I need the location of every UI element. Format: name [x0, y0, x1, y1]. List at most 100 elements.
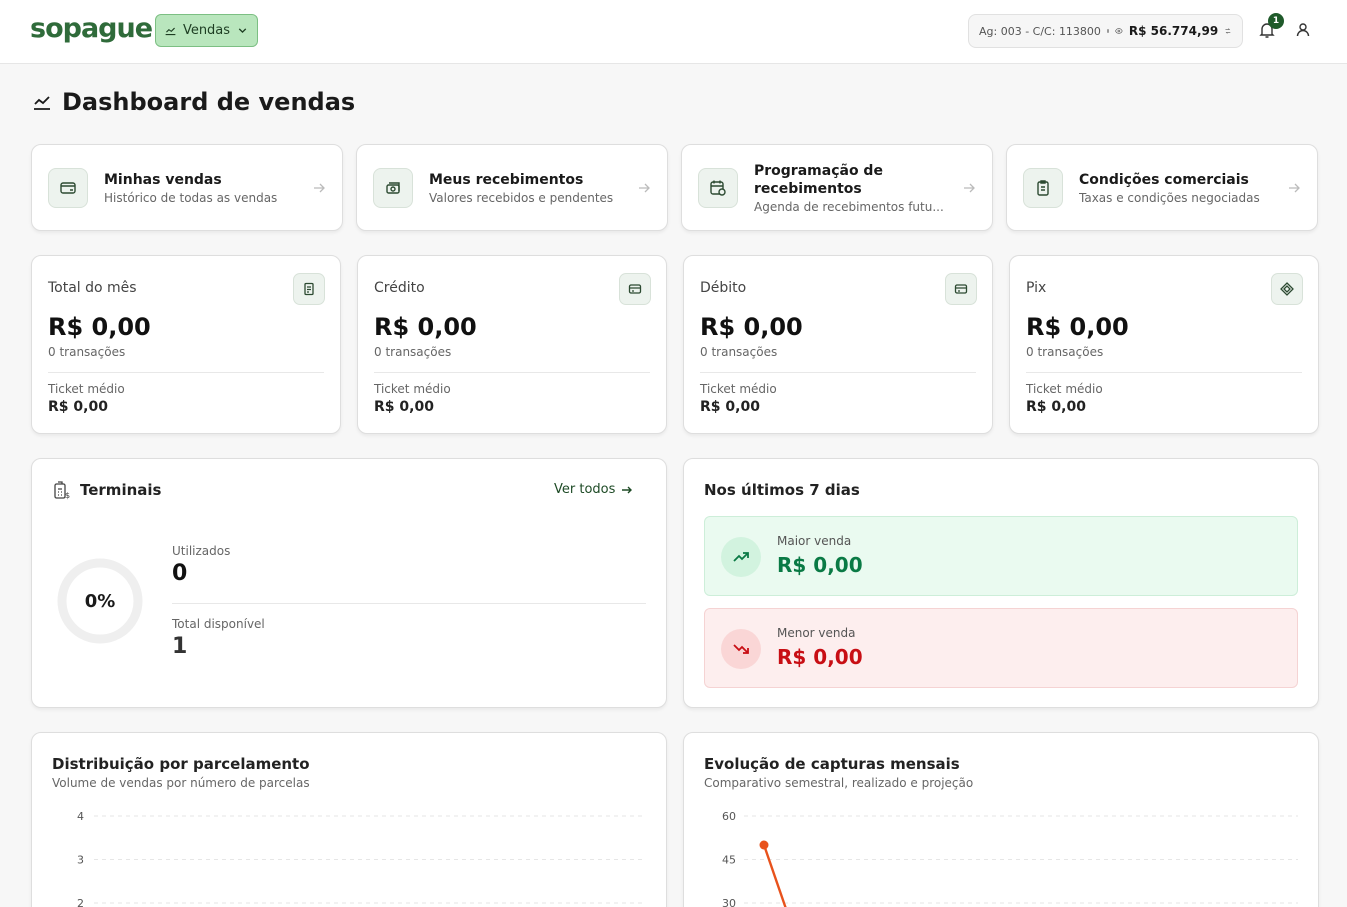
stat-value: R$ 0,00	[374, 313, 477, 341]
stat-label: Débito	[700, 280, 747, 296]
stat-transactions: 0 transações	[700, 345, 778, 359]
calendar-clock-icon	[698, 167, 738, 208]
ticket-label: Ticket médio	[700, 382, 777, 396]
stat-transactions: 0 transações	[48, 345, 126, 359]
account-balance: R$ 56.774,99	[1128, 24, 1219, 38]
stat-card-pix: Pix R$ 0,00 0 transações Ticket médio R$…	[1009, 255, 1319, 434]
nav-card-programacao-recebimentos[interactable]: Programação de recebimentos Agenda de rec…	[681, 144, 993, 231]
vendas-menu-label: Vendas	[182, 23, 231, 38]
divider	[48, 372, 324, 373]
installments-chart-panel: Distribuição por parcelamento Volume de …	[31, 732, 667, 907]
nav-card-condicoes-comerciais[interactable]: Condições comerciais Taxas e condições ne…	[1006, 144, 1318, 231]
account-info: Ag: 003 - C/C: 113800	[979, 24, 1101, 38]
credit-card-icon	[619, 273, 651, 305]
terminals-title: Terminais	[80, 481, 162, 499]
usage-percent: 0%	[84, 590, 116, 612]
page-title-text: Dashboard de vendas	[62, 88, 356, 116]
available-label: Total disponível	[172, 617, 265, 631]
nav-card-title: Meus recebimentos	[429, 171, 584, 188]
ticket-value: R$ 0,00	[1026, 399, 1086, 415]
nav-card-subtitle: Valores recebidos e pendentes	[429, 190, 614, 205]
vendas-menu-button[interactable]: Vendas	[155, 14, 258, 47]
max-sale-box: Maior venda R$ 0,00	[704, 516, 1298, 596]
refresh-icon[interactable]	[1224, 24, 1232, 38]
monthly-chart-panel: Evolução de capturas mensais Comparativo…	[683, 732, 1319, 907]
data-point	[759, 840, 769, 850]
ticket-value: R$ 0,00	[374, 399, 434, 415]
nav-card-subtitle: Taxas e condições negociadas	[1079, 190, 1260, 205]
stat-value: R$ 0,00	[1026, 313, 1129, 341]
receipt-icon	[293, 273, 325, 305]
nav-card-title: Minhas vendas	[104, 171, 222, 188]
chevron-down-icon	[238, 28, 247, 34]
y-tick-label: 2	[77, 897, 84, 907]
debit-card-icon	[945, 273, 977, 305]
installments-chart: 4 3 2	[77, 810, 646, 907]
user-icon[interactable]	[1294, 21, 1312, 39]
nav-card-meus-recebimentos[interactable]: Meus recebimentos Valores recebidos e pen…	[356, 144, 668, 231]
notification-badge: 1	[1268, 13, 1284, 29]
nav-card-minhas-vendas[interactable]: Minhas vendas Histórico de todas as venda…	[31, 144, 343, 231]
ticket-label: Ticket médio	[48, 382, 125, 396]
pix-icon	[1271, 273, 1303, 305]
used-label: Utilizados	[172, 544, 231, 558]
see-all-terminals-link[interactable]: Ver todos	[554, 482, 633, 497]
terminal-icon: $	[54, 481, 70, 500]
separator-dot	[1106, 29, 1110, 33]
trending-down-icon	[721, 629, 761, 669]
nav-card-title: Programação de recebimentos	[754, 162, 883, 197]
min-sale-box: Menor venda R$ 0,00	[704, 608, 1298, 688]
divider	[374, 372, 650, 373]
arrow-right-icon	[1289, 183, 1300, 192]
available-value: 1	[172, 634, 188, 659]
stat-transactions: 0 transações	[374, 345, 452, 359]
cash-icon	[373, 167, 413, 208]
y-tick-label: 60	[722, 810, 736, 823]
arrow-right-icon	[314, 183, 325, 192]
svg-text:$: $	[65, 491, 70, 500]
stat-transactions: 0 transações	[1026, 345, 1104, 359]
series-line	[762, 844, 787, 907]
stat-card-credito: Crédito R$ 0,00 0 transações Ticket médi…	[357, 255, 667, 434]
used-value: 0	[172, 561, 188, 586]
receipt-card-icon	[48, 167, 88, 208]
stat-label: Crédito	[374, 280, 425, 296]
terminals-panel: $ Terminais Ver todos 0% Utilizados 0 To…	[31, 458, 667, 708]
ticket-label: Ticket médio	[374, 382, 451, 396]
ticket-value: R$ 0,00	[700, 399, 760, 415]
clipboard-icon	[1023, 167, 1063, 208]
trending-up-icon	[721, 537, 761, 577]
y-tick-label: 30	[722, 897, 736, 907]
chart-line-icon	[34, 96, 50, 110]
top-header: sopague Vendas Ag: 003 - C/C: 113800 R$ …	[0, 0, 1347, 64]
arrow-right-icon	[964, 183, 975, 192]
stat-value: R$ 0,00	[700, 313, 803, 341]
max-sale-label: Maior venda	[777, 534, 852, 548]
stat-value: R$ 0,00	[48, 313, 151, 341]
min-sale-label: Menor venda	[777, 626, 856, 640]
arrow-right-icon	[639, 183, 650, 192]
min-sale-value: R$ 0,00	[777, 645, 863, 669]
nav-card-subtitle: Histórico de todas as vendas	[104, 190, 278, 205]
stat-card-debito: Débito R$ 0,00 0 transações Ticket médio…	[683, 255, 993, 434]
stat-label: Total do mês	[48, 280, 137, 296]
y-tick-label: 4	[77, 810, 84, 823]
last-7-days-panel: Nos últimos 7 dias Maior venda R$ 0,00 M…	[683, 458, 1319, 708]
page-title: Dashboard de vendas	[32, 88, 355, 116]
y-tick-label: 45	[722, 854, 736, 867]
arrow-right-icon	[622, 486, 633, 493]
monthly-chart: 60 45 30	[722, 810, 1298, 907]
ticket-label: Ticket médio	[1026, 382, 1103, 396]
account-summary: Ag: 003 - C/C: 113800 R$ 56.774,99	[968, 14, 1243, 48]
y-tick-label: 3	[77, 854, 84, 867]
brand-logo[interactable]: sopague	[30, 13, 153, 44]
ticket-value: R$ 0,00	[48, 399, 108, 415]
see-all-label: Ver todos	[554, 482, 616, 497]
divider	[1026, 372, 1302, 373]
last-7-days-title: Nos últimos 7 dias	[704, 481, 860, 499]
nav-card-title: Condições comerciais	[1079, 171, 1249, 188]
stat-card-total-mes: Total do mês R$ 0,00 0 transações Ticket…	[31, 255, 341, 434]
divider	[700, 372, 976, 373]
chart-line-icon	[165, 27, 176, 36]
eye-icon[interactable]	[1115, 24, 1123, 38]
